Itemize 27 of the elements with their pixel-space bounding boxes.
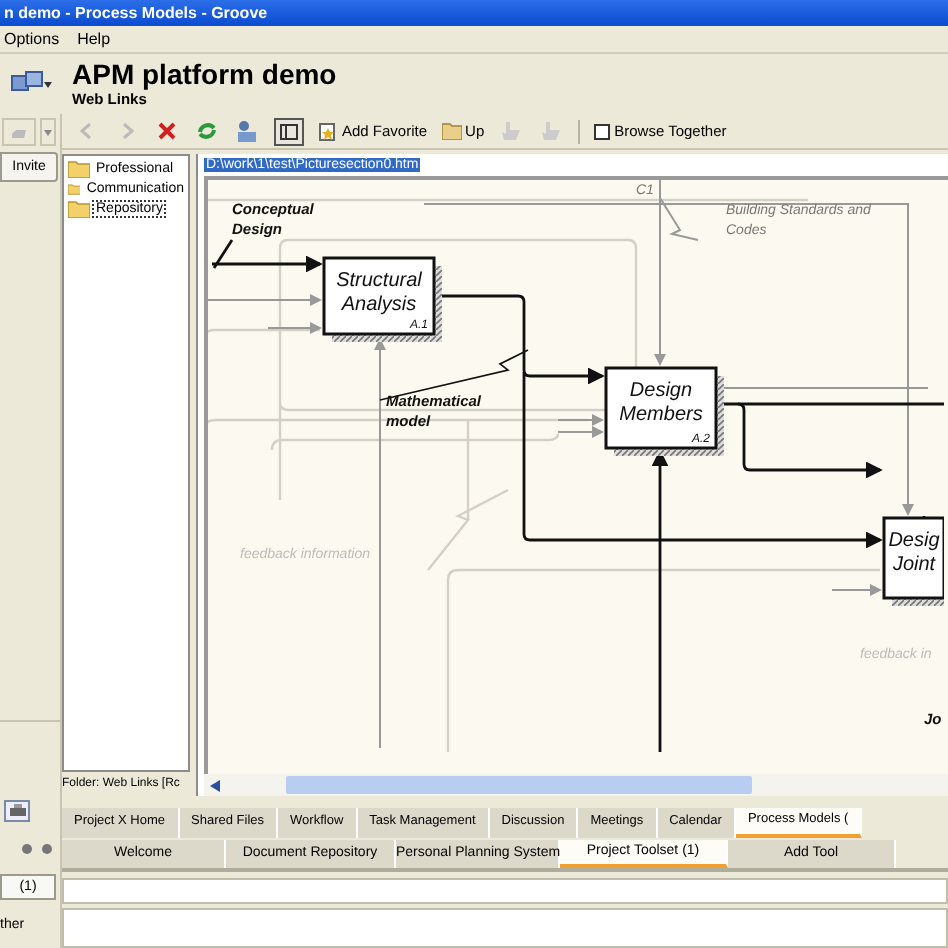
activity-label: Design Members: [619, 380, 703, 426]
folder-up-icon: [441, 122, 462, 140]
scroll-left-icon[interactable]: [210, 779, 220, 791]
printer-icon: [9, 804, 25, 818]
close-icon[interactable]: [154, 118, 180, 144]
activity-box: [604, 366, 724, 456]
menu-item[interactable]: Help: [77, 31, 111, 47]
caret-icon: [44, 129, 52, 135]
print-button[interactable]: [4, 800, 30, 822]
dropdown-button[interactable]: [40, 118, 56, 146]
activity-label: Structural Analysis: [336, 270, 422, 316]
space-title: APM platform demo: [72, 58, 337, 90]
scrollbar-thumb[interactable]: [286, 776, 752, 794]
refresh-icon[interactable]: [194, 118, 220, 144]
status-dot-icon: [42, 843, 52, 853]
frame-button[interactable]: [274, 117, 304, 145]
menu-item[interactable]: Options: [4, 31, 60, 47]
activity-box: [882, 516, 944, 606]
window-title: n demo - Process Models - Groove: [4, 5, 268, 21]
star-page-icon: [318, 121, 338, 141]
people-icon[interactable]: [234, 118, 260, 144]
browse-together-checkbox[interactable]: [594, 123, 611, 139]
window-icon: [280, 123, 298, 139]
status-dot-icon: [22, 843, 32, 853]
activity-box: [322, 256, 442, 342]
activity-label: Desig Joint: [888, 530, 940, 576]
tool-button[interactable]: [2, 118, 36, 146]
